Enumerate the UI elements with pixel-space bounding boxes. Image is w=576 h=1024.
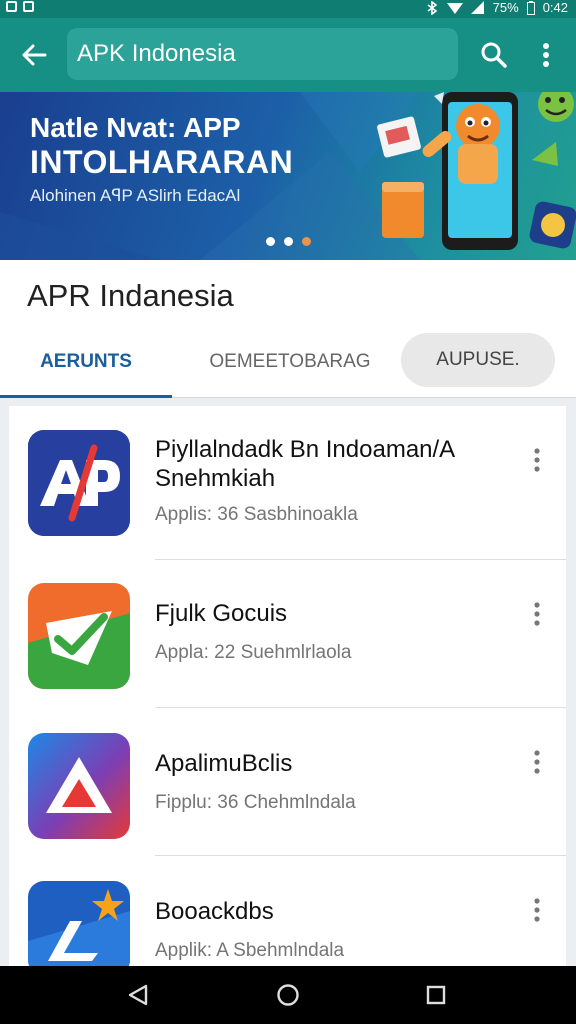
phone-mascot-illustration xyxy=(377,92,576,250)
app-title: Booackdbs xyxy=(155,898,274,925)
item-more-button[interactable] xyxy=(525,440,549,480)
app-subtitle: Applis: 36 Sasbhinoakla xyxy=(155,504,358,525)
signal-icon xyxy=(470,1,484,14)
ap-logo-icon xyxy=(28,430,130,536)
title-section: APR Indanesia xyxy=(0,260,576,330)
more-vertical-icon xyxy=(534,750,540,774)
app-title: Fjulk Gocuis xyxy=(155,600,288,627)
app-title: Piyllalndadk Bn Indoaman/A xyxy=(155,436,456,463)
pagination-dot[interactable] xyxy=(284,237,293,246)
status-notifications xyxy=(6,1,34,12)
list-item[interactable]: Piyllalndadk Bn Indoaman/A Snehmkiah App… xyxy=(9,406,566,560)
arrow-left-icon xyxy=(22,44,47,66)
page-title: APR Indanesia xyxy=(27,278,234,313)
tab-bar: AERUNTS OEMEETOBARAG AUPUSE. xyxy=(0,330,576,398)
nav-recents-button[interactable] xyxy=(414,975,458,1015)
battery-level: 75% xyxy=(492,0,519,15)
banner-subtitle: Alohinen AꟼP ASlirh EdacAl xyxy=(30,186,241,205)
app-list: Piyllalndadk Bn Indoaman/A Snehmkiah App… xyxy=(9,406,566,976)
app-subtitle: Applik: A Sbehmlndala xyxy=(155,940,345,961)
app-title: ApalimuBclis xyxy=(155,750,293,777)
triangle-back-icon xyxy=(128,984,148,1006)
item-more-button[interactable] xyxy=(525,890,549,930)
circle-home-icon xyxy=(277,984,299,1006)
clock: 0:42 xyxy=(542,0,568,15)
banner-pagination xyxy=(266,237,311,246)
tab-first[interactable]: AERUNTS xyxy=(0,330,172,394)
more-vertical-icon xyxy=(534,602,540,626)
back-button[interactable] xyxy=(14,35,54,75)
banner-title: INTOLHARARAN xyxy=(30,144,294,180)
search-button[interactable] xyxy=(474,35,514,75)
app-subtitle: Appla: 22 Suehmlrlaola xyxy=(155,642,352,663)
check-logo-icon xyxy=(28,583,130,689)
app-subtitle: Fipplu: 36 Chehmlndala xyxy=(155,792,356,813)
notification-icon xyxy=(23,1,34,12)
battery-icon xyxy=(526,1,535,15)
item-more-button[interactable] xyxy=(525,594,549,634)
wifi-icon xyxy=(446,3,463,14)
status-indicators: 75% 0:42 xyxy=(425,0,568,16)
square-recents-icon xyxy=(426,985,446,1005)
system-navigation-bar xyxy=(0,966,576,1024)
overflow-menu-button[interactable] xyxy=(528,35,564,75)
list-item[interactable]: ApalimuBclis Fipplu: 36 Chehmlndala xyxy=(9,708,566,856)
pagination-dot[interactable] xyxy=(302,237,311,246)
more-vertical-icon xyxy=(534,448,540,472)
item-more-button[interactable] xyxy=(525,742,549,782)
more-vertical-icon xyxy=(543,43,549,67)
app-bar xyxy=(0,18,576,92)
search-box[interactable] xyxy=(67,28,458,80)
list-item[interactable]: Fjulk Gocuis Appla: 22 Suehmlrlaola xyxy=(9,560,566,708)
search-icon xyxy=(481,42,507,68)
search-input[interactable] xyxy=(77,40,447,68)
nav-back-button[interactable] xyxy=(116,975,160,1015)
banner-headline: Natle Nvat: APP xyxy=(30,112,241,143)
tab-third-chip[interactable]: AUPUSE. xyxy=(401,333,555,387)
app-title-line2: Snehmkiah xyxy=(155,465,276,492)
promo-banner[interactable]: Natle Nvat: APP INTOLHARARAN Alohinen Aꟼ… xyxy=(0,92,576,260)
tab-second[interactable]: OEMEETOBARAG xyxy=(190,330,390,394)
nav-home-button[interactable] xyxy=(266,975,310,1015)
bluetooth-icon xyxy=(427,1,437,15)
active-tab-indicator xyxy=(0,395,172,398)
more-vertical-icon xyxy=(534,898,540,922)
status-bar: 75% 0:42 xyxy=(0,0,576,18)
star-logo-icon xyxy=(28,881,130,976)
notification-icon xyxy=(6,1,17,12)
pagination-dot[interactable] xyxy=(266,237,275,246)
triangle-logo-icon xyxy=(28,733,130,839)
